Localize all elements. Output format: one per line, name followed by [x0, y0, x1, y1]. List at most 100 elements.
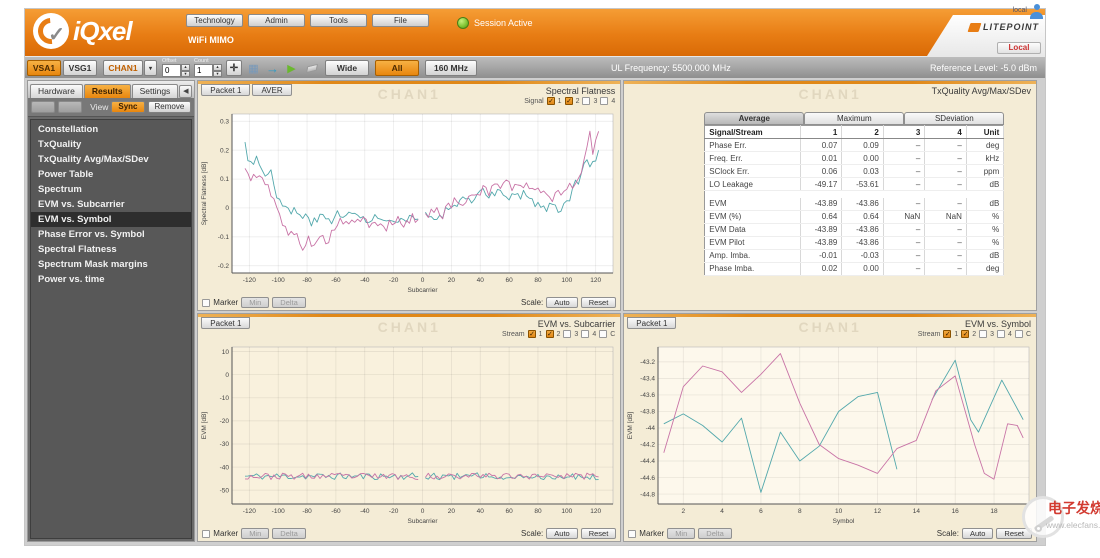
vsg1-button[interactable]: VSG1	[63, 60, 97, 76]
disabled-view-button-2[interactable]	[58, 101, 82, 113]
watermark-site-name: 电子发烧友	[1048, 498, 1100, 518]
delta-button[interactable]: Delta	[272, 297, 306, 308]
legend-checkbox-1[interactable]	[547, 97, 555, 105]
sidebar-item[interactable]: Spectrum	[31, 182, 191, 197]
sidebar-item[interactable]: TxQuality Avg/Max/SDev	[31, 152, 191, 167]
delta-button[interactable]: Delta	[698, 528, 732, 539]
svg-text:0: 0	[421, 508, 425, 515]
grid-settings-icon[interactable]: ▦	[245, 60, 262, 76]
chan-dropdown-icon[interactable]: ▾	[144, 60, 157, 76]
user-icon[interactable]	[1030, 4, 1043, 19]
marker-checkbox[interactable]	[202, 530, 210, 538]
table-header-cell: Unit	[966, 126, 1003, 139]
legend-checkbox-2[interactable]	[546, 330, 554, 338]
scale-auto-button[interactable]: Auto	[546, 528, 577, 539]
navigate-button[interactable]: ✛	[226, 60, 242, 76]
legend-checkbox-2[interactable]	[565, 97, 573, 105]
legend-checkbox-1[interactable]	[528, 330, 536, 338]
sidebar-item[interactable]: EVM vs. Subcarrier	[31, 197, 191, 212]
menu-file-button[interactable]: File	[372, 14, 429, 27]
count-down-icon[interactable]: ▾	[213, 71, 222, 78]
scale-reset-button[interactable]: Reset	[581, 528, 617, 539]
svg-text:-44: -44	[646, 425, 656, 432]
svg-text:EVM [dB]: EVM [dB]	[201, 412, 208, 440]
sidebar-item[interactable]: Constellation	[31, 122, 191, 137]
stat-tab-sdeviation[interactable]: SDeviation	[904, 112, 1004, 125]
stat-tab-maximum[interactable]: Maximum	[804, 112, 904, 125]
bandwidth-button[interactable]: 160 MHz	[425, 60, 477, 76]
offset-down-icon[interactable]: ▾	[181, 71, 190, 78]
svg-text:-80: -80	[303, 277, 313, 284]
sidebar-item[interactable]: Spectral Flatness	[31, 242, 191, 257]
wide-button[interactable]: Wide	[325, 60, 369, 76]
eraser-icon[interactable]	[303, 60, 320, 76]
sidebar-item[interactable]: TxQuality	[31, 137, 191, 152]
packet-tab[interactable]: Packet 1	[201, 317, 250, 329]
panel-evm-symbol: CHAN1 Packet 1 EVM vs. Symbol Stream1234…	[623, 313, 1037, 542]
svg-text:-120: -120	[243, 277, 256, 284]
menu-technology-button[interactable]: Technology	[186, 14, 243, 27]
marker-checkbox[interactable]	[628, 530, 636, 538]
stat-tab-average[interactable]: Average	[704, 112, 804, 125]
aver-tab[interactable]: AVER	[252, 84, 291, 96]
run-once-icon[interactable]: →	[264, 60, 281, 76]
collapse-sidebar-icon[interactable]: ◀	[179, 85, 192, 98]
legend-checkbox-4[interactable]	[581, 330, 589, 338]
menu-tools-button[interactable]: Tools	[310, 14, 367, 27]
chan1-button[interactable]: CHAN1	[103, 60, 143, 76]
tab-hardware[interactable]: Hardware	[30, 84, 83, 98]
table-header-cell: 1	[800, 126, 842, 139]
svg-text:0.3: 0.3	[220, 118, 229, 125]
packet-tab[interactable]: Packet 1	[627, 317, 676, 329]
sidebar-item[interactable]: Power vs. time	[31, 272, 191, 287]
offset-value[interactable]: 0	[162, 64, 181, 77]
min-button[interactable]: Min	[241, 528, 269, 539]
local-button[interactable]: Local	[997, 42, 1041, 54]
run-continuous-icon[interactable]: ▶	[283, 60, 300, 76]
scale-auto-button[interactable]: Auto	[546, 297, 577, 308]
row-value: –	[883, 178, 925, 191]
evm-subcarrier-chart[interactable]: -120-100-80-60-40-20020406080100120100-1…	[198, 342, 620, 526]
row-label: EVM	[705, 198, 801, 211]
legend-checkbox-3[interactable]	[563, 330, 571, 338]
delta-button[interactable]: Delta	[272, 528, 306, 539]
legend-checkbox-C[interactable]	[599, 330, 607, 338]
legend-checkbox-3[interactable]	[582, 97, 590, 105]
reference-level-label: Reference Level: -5.0 dBm	[930, 63, 1037, 73]
packet-tab[interactable]: Packet 1	[201, 84, 250, 96]
stream-legend: Stream1234C	[502, 330, 615, 338]
marker-checkbox[interactable]	[202, 299, 210, 307]
min-button[interactable]: Min	[667, 528, 695, 539]
all-button[interactable]: All	[375, 60, 419, 76]
tab-settings[interactable]: Settings	[132, 84, 179, 98]
menu-admin-button[interactable]: Admin	[248, 14, 305, 27]
app-window: ✓ iQxel TechnologyAdminToolsFile WiFi MI…	[24, 8, 1046, 546]
scale-reset-button[interactable]: Reset	[581, 297, 617, 308]
row-unit: %	[966, 236, 1003, 249]
legend-checkbox-3[interactable]	[979, 330, 987, 338]
remove-button[interactable]: Remove	[148, 101, 192, 113]
spectral-flatness-chart[interactable]: -120-100-80-60-40-20020406080100120-0.2-…	[198, 109, 620, 295]
svg-text:4: 4	[721, 508, 725, 515]
legend-checkbox-1[interactable]	[943, 330, 951, 338]
sync-button[interactable]: Sync	[111, 101, 144, 113]
legend-checkbox-C[interactable]	[1015, 330, 1023, 338]
count-value[interactable]: 1	[194, 64, 213, 77]
evm-symbol-chart[interactable]: 24681012141618-43.2-43.4-43.6-43.8-44-44…	[624, 342, 1036, 526]
disabled-view-button-1[interactable]	[31, 101, 55, 113]
sidebar-item[interactable]: EVM vs. Symbol	[31, 212, 191, 227]
row-value: –	[925, 223, 967, 236]
scale-auto-button[interactable]: Auto	[962, 528, 993, 539]
session-active-icon	[457, 17, 469, 29]
tab-results[interactable]: Results	[84, 84, 131, 98]
legend-checkbox-2[interactable]	[961, 330, 969, 338]
sidebar-controls: View Sync Remove	[28, 98, 194, 117]
legend-checkbox-4[interactable]	[997, 330, 1005, 338]
sidebar-item[interactable]: Spectrum Mask margins	[31, 257, 191, 272]
sidebar-item[interactable]: Power Table	[31, 167, 191, 182]
vsa1-button[interactable]: VSA1	[27, 60, 61, 76]
sidebar-item[interactable]: Phase Error vs. Symbol	[31, 227, 191, 242]
table-row: EVM Data-43.89-43.86––%	[705, 223, 1004, 236]
legend-checkbox-4[interactable]	[600, 97, 608, 105]
min-button[interactable]: Min	[241, 297, 269, 308]
